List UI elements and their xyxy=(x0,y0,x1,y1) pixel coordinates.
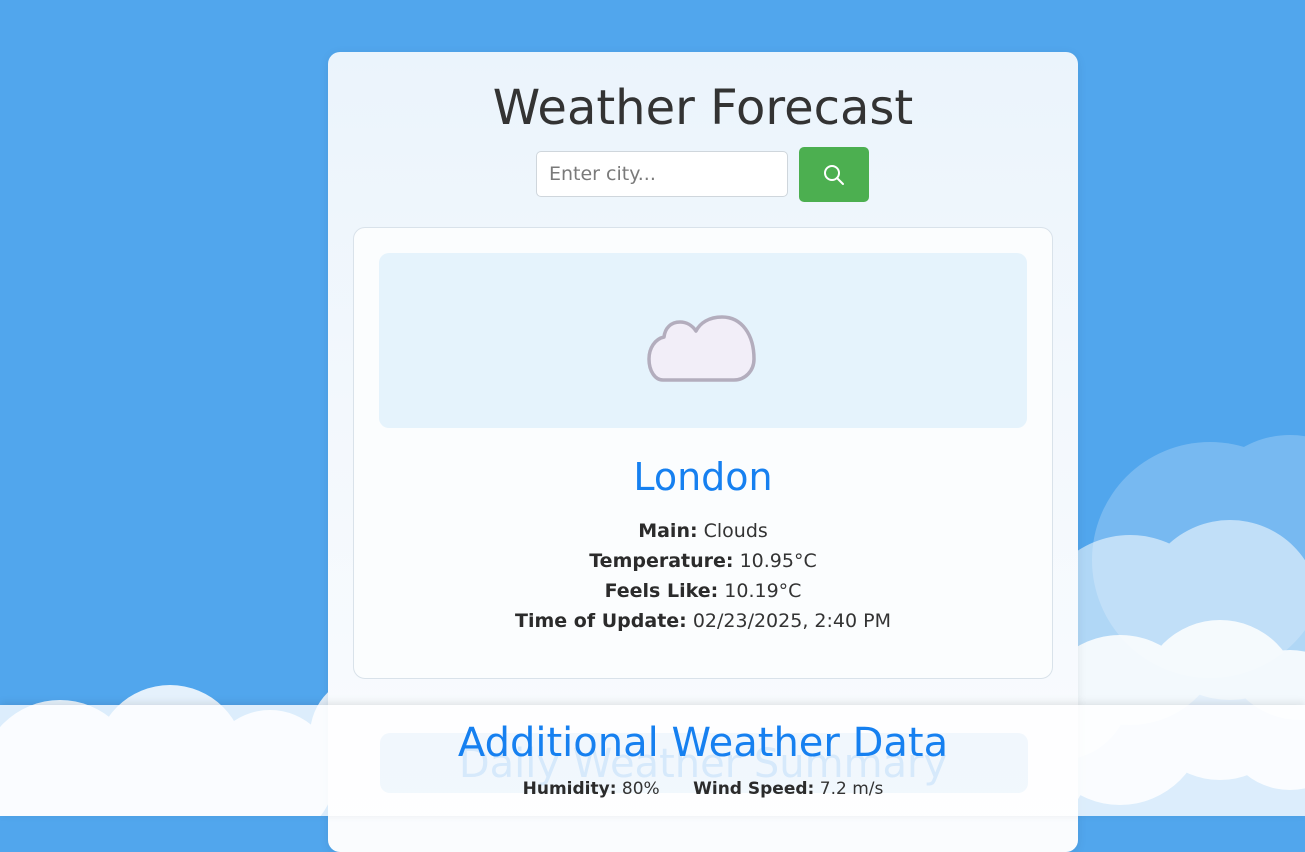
detail-update-time: Time of Update: 02/23/2025, 2:40 PM xyxy=(354,606,1052,636)
humidity-metric: Humidity: 80% xyxy=(523,779,660,799)
search-button[interactable] xyxy=(799,147,869,202)
cloud-icon xyxy=(647,315,756,382)
detail-main: Main: Clouds xyxy=(354,516,1052,546)
current-weather-card: London Main: Clouds Temperature: 10.95°C… xyxy=(353,227,1053,679)
detail-value: 02/23/2025, 2:40 PM xyxy=(692,610,891,632)
metric-label: Wind Speed: xyxy=(693,779,815,799)
weather-details: Main: Clouds Temperature: 10.95°C Feels … xyxy=(354,516,1052,636)
weather-icon-panel xyxy=(379,253,1027,428)
detail-feels-like: Feels Like: 10.19°C xyxy=(354,576,1052,606)
city-name: London xyxy=(633,455,773,499)
search-icon xyxy=(824,164,844,185)
detail-label: Feels Like: xyxy=(604,580,719,602)
metric-value: 80% xyxy=(621,779,660,799)
detail-temperature: Temperature: 10.95°C xyxy=(354,546,1052,576)
detail-value: 10.95°C xyxy=(739,550,817,572)
metric-label: Humidity: xyxy=(522,779,617,799)
metric-value: 7.2 m/s xyxy=(819,779,884,799)
additional-weather-panel: Daily Weather Summary Additional Weather… xyxy=(0,705,1305,816)
detail-label: Main: xyxy=(638,520,698,542)
detail-label: Time of Update: xyxy=(515,610,687,632)
page-title: Weather Forecast xyxy=(492,80,914,136)
detail-value: 10.19°C xyxy=(724,580,802,602)
detail-label: Temperature: xyxy=(589,550,734,572)
city-search-input[interactable] xyxy=(536,151,788,197)
additional-data-heading: Additional Weather Data xyxy=(457,720,949,766)
wind-speed-metric: Wind Speed: 7.2 m/s xyxy=(693,779,883,799)
detail-value: Clouds xyxy=(703,520,768,542)
additional-metrics: Humidity: 80% Wind Speed: 7.2 m/s xyxy=(328,777,1078,801)
